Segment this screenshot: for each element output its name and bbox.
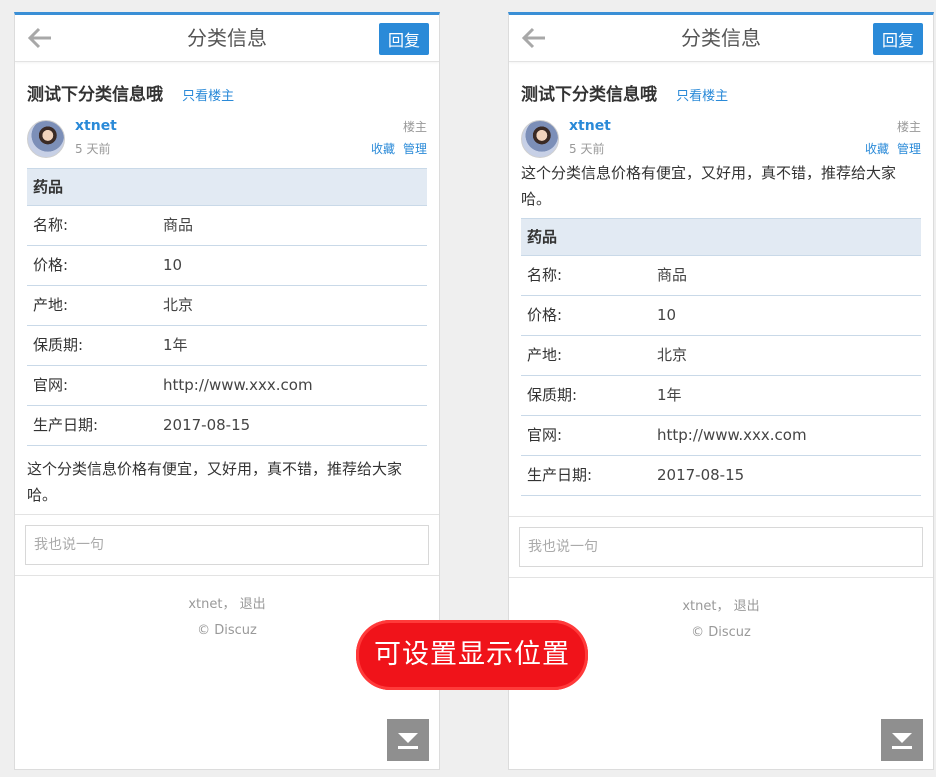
post-actions: 收藏 管理 [363,140,427,157]
thread-header: 测试下分类信息哦 只看楼主 [15,62,439,106]
favorite-link[interactable]: 收藏 [865,142,889,156]
row-label: 价格: [527,306,563,324]
post-time: 5 天前 [75,142,111,156]
top-bar: 分类信息 回复 [509,15,933,62]
footer-separator: ， [716,599,730,614]
row-value: 商品 [657,266,688,284]
table-row: 产地: 北京 [27,286,427,326]
row-value: 1年 [657,386,682,404]
info-table: 药品 名称: 商品 价格: 10 产地: 北京 保质期: 1年 官网: http://ww… [27,168,427,446]
table-row: 官网: http://www.xxx.com [27,366,427,406]
post-meta: xtnet 5 天前 楼主 收藏 管理 [15,118,439,168]
row-label: 官网: [33,376,69,394]
table-row: 生产日期: 2017-08-15 [27,406,427,446]
row-value: 2017-08-15 [163,416,251,434]
table-row: 保质期: 1年 [521,376,921,416]
scroll-to-bottom-button[interactable] [881,719,923,761]
reply-area [509,516,933,578]
thread-header: 测试下分类信息哦 只看楼主 [509,62,933,106]
footer-user-link[interactable]: xtnet [188,597,222,612]
table-row: 价格: 10 [27,246,427,286]
row-label: 保质期: [33,336,84,354]
reply-button[interactable]: 回复 [379,23,429,55]
manage-link[interactable]: 管理 [897,142,921,156]
table-row: 保质期: 1年 [27,326,427,366]
row-label: 名称: [33,216,69,234]
row-label: 生产日期: [33,416,99,434]
post-body: 这个分类信息价格有便宜，又好用，真不错，推荐给大家哈。 [521,164,897,208]
scroll-to-bottom-icon [398,733,418,749]
post-meta: xtnet 5 天前 楼主 收藏 管理 [509,118,933,160]
table-row: 官网: http://www.xxx.com [521,416,921,456]
row-label: 产地: [33,296,69,314]
row-label: 价格: [33,256,69,274]
table-row: 名称: 商品 [27,206,427,246]
reply-area [15,514,439,576]
table-row: 名称: 商品 [521,256,921,296]
row-value: http://www.xxx.com [163,376,313,394]
reply-input[interactable] [519,527,923,567]
table-row: 生产日期: 2017-08-15 [521,456,921,496]
avatar[interactable] [27,120,65,158]
post-actions: 收藏 管理 [857,140,921,157]
row-label: 官网: [527,426,563,444]
callout-annotation: 可设置显示位置 [356,620,588,690]
scroll-to-bottom-icon [892,733,912,749]
thread-title: 测试下分类信息哦 [27,85,163,105]
page-title: 分类信息 [681,26,761,50]
footer-separator: ， [222,597,236,612]
reply-button[interactable]: 回复 [873,23,923,55]
only-op-link[interactable]: 只看楼主 [676,89,728,104]
row-label: 保质期: [527,386,578,404]
reply-input[interactable] [25,525,429,565]
row-label: 名称: [527,266,563,284]
logout-link[interactable]: 退出 [240,597,266,612]
table-row: 价格: 10 [521,296,921,336]
row-label: 产地: [527,346,563,364]
row-value: http://www.xxx.com [657,426,807,444]
row-value: 10 [163,256,183,274]
manage-link[interactable]: 管理 [403,142,427,156]
row-value: 北京 [163,296,194,314]
page-title: 分类信息 [187,26,267,50]
row-value: 商品 [163,216,194,234]
favorite-link[interactable]: 收藏 [371,142,395,156]
table-row: 产地: 北京 [521,336,921,376]
avatar[interactable] [521,120,559,158]
row-value: 1年 [163,336,188,354]
row-value: 北京 [657,346,688,364]
footer-user-link[interactable]: xtnet [682,599,716,614]
info-table: 药品 名称: 商品 价格: 10 产地: 北京 保质期: 1年 官网: http://ww… [521,218,921,496]
info-table-header: 药品 [27,168,427,206]
post-body: 这个分类信息价格有便宜，又好用，真不错，推荐给大家哈。 [27,460,403,504]
logout-link[interactable]: 退出 [734,599,760,614]
scroll-to-bottom-button[interactable] [387,719,429,761]
top-bar: 分类信息 回复 [15,15,439,62]
author-name[interactable]: xtnet [569,118,611,134]
author-name[interactable]: xtnet [75,118,117,134]
thread-title: 测试下分类信息哦 [521,85,657,105]
row-value: 10 [657,306,677,324]
only-op-link[interactable]: 只看楼主 [182,89,234,104]
post-time: 5 天前 [569,142,605,156]
floor-label: 楼主 [896,120,921,134]
info-table-header: 药品 [521,218,921,256]
row-label: 生产日期: [527,466,593,484]
floor-label: 楼主 [402,120,427,134]
row-value: 2017-08-15 [657,466,745,484]
